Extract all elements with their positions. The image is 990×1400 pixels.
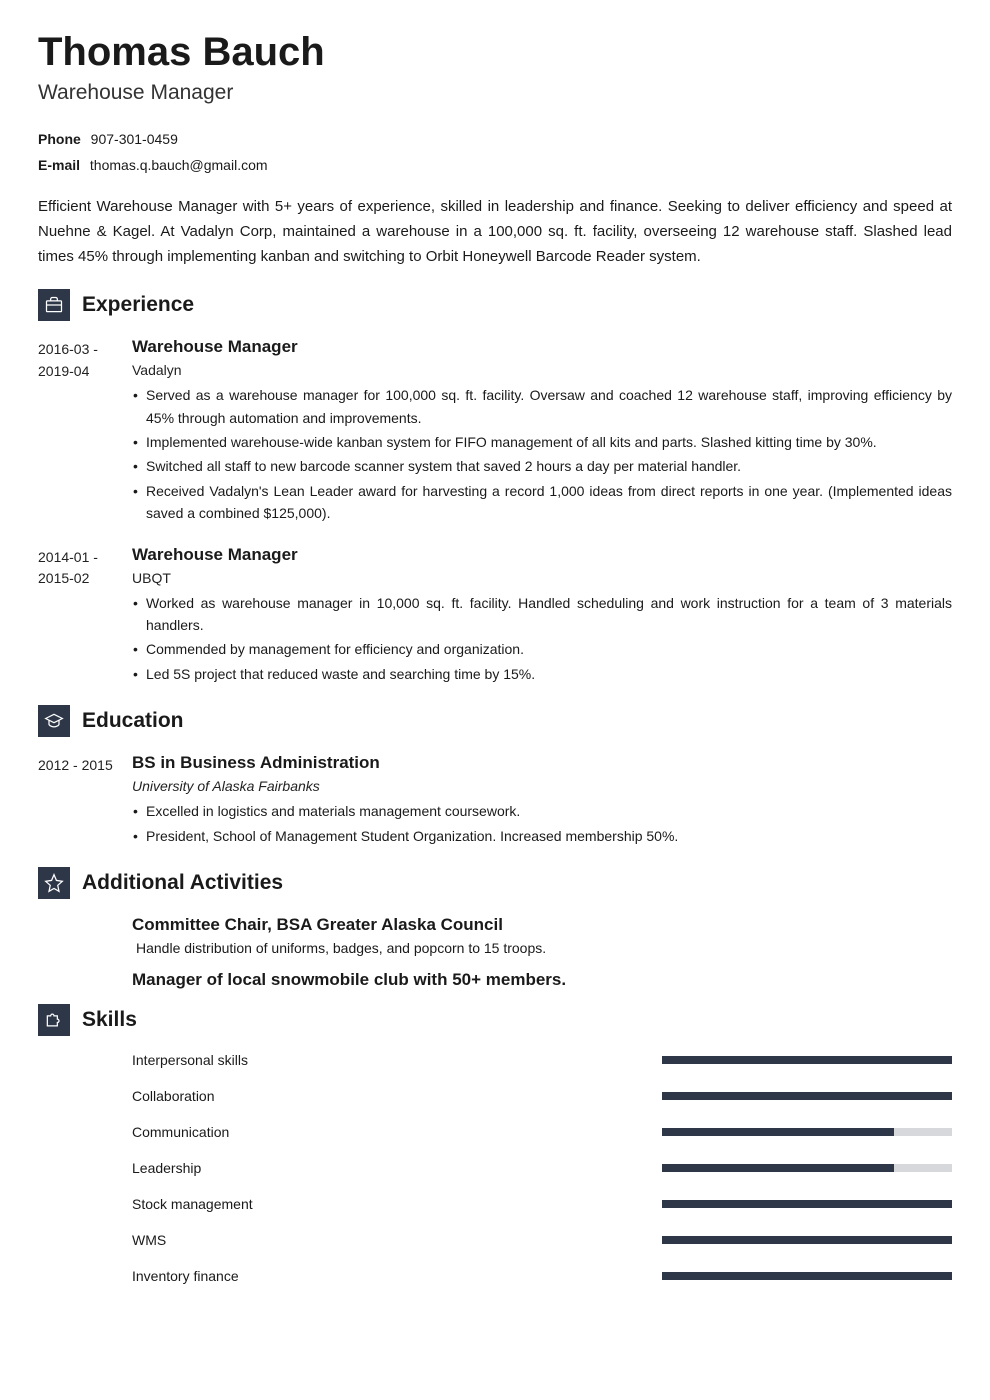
skill-row: Stock management <box>132 1196 952 1212</box>
entry-company: Vadalyn <box>132 362 952 378</box>
entry-role: Warehouse Manager <box>132 337 952 357</box>
bullet-item: Implemented warehouse-wide kanban system… <box>136 431 952 453</box>
bullet-item: Led 5S project that reduced waste and se… <box>136 663 952 685</box>
graduation-cap-icon <box>38 705 70 737</box>
entry-bullets: Served as a warehouse manager for 100,00… <box>132 384 952 524</box>
entry-dates: 2014-01 - 2015-02 <box>38 545 132 688</box>
bullet-item: President, School of Management Student … <box>136 825 952 847</box>
entry-bullets: Worked as warehouse manager in 10,000 sq… <box>132 592 952 686</box>
bullet-item: Commended by management for efficiency a… <box>136 638 952 660</box>
skills-section-header: Skills <box>38 1004 952 1036</box>
activities-section-header: Additional Activities <box>38 867 952 899</box>
skill-name: Stock management <box>132 1196 662 1212</box>
puzzle-icon <box>38 1004 70 1036</box>
briefcase-icon <box>38 289 70 321</box>
bullet-item: Worked as warehouse manager in 10,000 sq… <box>136 592 952 637</box>
entry-company: UBQT <box>132 570 952 586</box>
entry-school: University of Alaska Fairbanks <box>132 778 952 794</box>
skill-name: Leadership <box>132 1160 662 1176</box>
activity-desc: Handle distribution of uniforms, badges,… <box>132 940 952 956</box>
skill-row: Leadership <box>132 1160 952 1176</box>
bullet-item: Served as a warehouse manager for 100,00… <box>136 384 952 429</box>
bullet-item: Excelled in logistics and materials mana… <box>136 800 952 822</box>
skill-name: WMS <box>132 1232 662 1248</box>
skill-name: Inventory finance <box>132 1268 662 1284</box>
skill-name: Interpersonal skills <box>132 1052 662 1068</box>
job-title: Warehouse Manager <box>38 81 952 105</box>
activities-title: Additional Activities <box>82 871 283 895</box>
entry-degree: BS in Business Administration <box>132 753 952 773</box>
experience-title: Experience <box>82 293 194 317</box>
education-section-header: Education <box>38 705 952 737</box>
contact-email-row: E-mail thomas.q.bauch@gmail.com <box>38 157 952 173</box>
skill-bar <box>662 1236 952 1244</box>
skills-block: Interpersonal skills Collaboration Commu… <box>132 1052 952 1284</box>
skill-bar <box>662 1056 952 1064</box>
skills-title: Skills <box>82 1008 137 1032</box>
activity-title: Committee Chair, BSA Greater Alaska Coun… <box>132 915 952 935</box>
experience-entry: 2014-01 - 2015-02 Warehouse Manager UBQT… <box>38 545 952 688</box>
skill-row: Inventory finance <box>132 1268 952 1284</box>
email-label: E-mail <box>38 157 80 173</box>
activities-block: Committee Chair, BSA Greater Alaska Coun… <box>132 915 952 990</box>
entry-dates: 2016-03 - 2019-04 <box>38 337 132 526</box>
education-entry: 2012 - 2015 BS in Business Administratio… <box>38 753 952 849</box>
entry-role: Warehouse Manager <box>132 545 952 565</box>
skill-fill <box>662 1092 952 1100</box>
activity-title: Manager of local snowmobile club with 50… <box>132 970 952 990</box>
skill-name: Communication <box>132 1124 662 1140</box>
skill-row: WMS <box>132 1232 952 1248</box>
entry-bullets: Excelled in logistics and materials mana… <box>132 800 952 847</box>
skill-bar <box>662 1128 952 1136</box>
skill-fill <box>662 1272 952 1280</box>
skill-fill <box>662 1128 894 1136</box>
skill-bar <box>662 1164 952 1172</box>
skill-fill <box>662 1236 952 1244</box>
entry-dates: 2012 - 2015 <box>38 753 132 849</box>
education-title: Education <box>82 709 184 733</box>
skill-row: Interpersonal skills <box>132 1052 952 1068</box>
skill-fill <box>662 1200 952 1208</box>
experience-entry: 2016-03 - 2019-04 Warehouse Manager Vada… <box>38 337 952 526</box>
email-value: thomas.q.bauch@gmail.com <box>90 157 268 173</box>
skill-row: Collaboration <box>132 1088 952 1104</box>
skill-bar <box>662 1200 952 1208</box>
skill-fill <box>662 1056 952 1064</box>
bullet-item: Switched all staff to new barcode scanne… <box>136 455 952 477</box>
phone-value: 907-301-0459 <box>91 131 178 147</box>
skill-bar <box>662 1272 952 1280</box>
person-name: Thomas Bauch <box>38 30 952 75</box>
experience-section-header: Experience <box>38 289 952 321</box>
skill-row: Communication <box>132 1124 952 1140</box>
skill-fill <box>662 1164 894 1172</box>
phone-label: Phone <box>38 131 81 147</box>
star-icon <box>38 867 70 899</box>
contact-phone-row: Phone 907-301-0459 <box>38 131 952 147</box>
skill-name: Collaboration <box>132 1088 662 1104</box>
bullet-item: Received Vadalyn's Lean Leader award for… <box>136 480 952 525</box>
summary-text: Efficient Warehouse Manager with 5+ year… <box>38 195 952 269</box>
skill-bar <box>662 1092 952 1100</box>
